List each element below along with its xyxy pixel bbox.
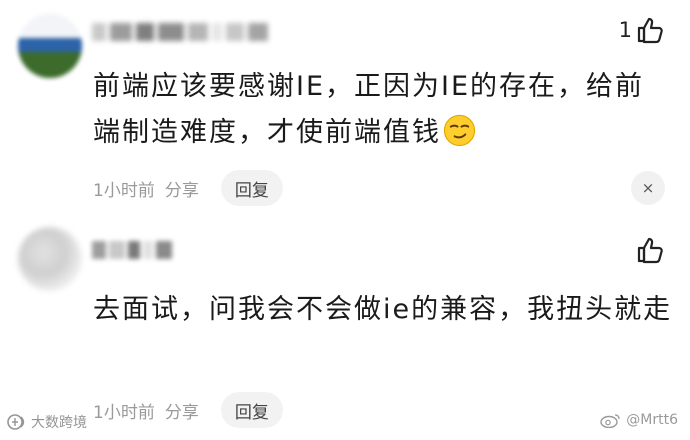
timestamp: 1小时前: [93, 180, 155, 201]
watermark-handle: @Mrtt6: [626, 412, 678, 428]
username-blurred[interactable]: ·· ·· ·: [92, 18, 272, 46]
like-count: 1: [618, 17, 632, 42]
reply-button[interactable]: 回复: [220, 392, 283, 428]
thumbs-up-icon: [637, 237, 663, 264]
watermark-logo-icon: [7, 414, 25, 430]
smirk-emoji-icon: [443, 114, 476, 147]
watermark-text: 大数跨境: [31, 415, 87, 431]
username-blurred[interactable]: ·· ·: [92, 236, 192, 264]
watermark-left: 大数跨境: [6, 412, 87, 432]
comment-body: 前端应该要感谢IE，正因为IE的存在，给前端制造难度，才使前端值钱: [93, 71, 645, 148]
comment-text: 去面试，问我会不会做ie的兼容，我扭头就走: [93, 294, 673, 325]
thumbs-up-icon: [637, 17, 663, 44]
like-button[interactable]: 1: [619, 16, 664, 44]
share-link[interactable]: 分享: [165, 398, 199, 423]
dismiss-button[interactable]: ×: [631, 171, 665, 205]
reply-button[interactable]: 回复: [220, 170, 283, 206]
comment-meta: 1小时前 分享 回复: [93, 170, 283, 206]
like-button[interactable]: [632, 236, 664, 264]
comment-text: 前端应该要感谢IE，正因为IE的存在，给前端制造难度，才使前端值钱: [93, 64, 673, 156]
avatar[interactable]: [18, 227, 82, 291]
share-link[interactable]: 分享: [165, 176, 199, 201]
comment-thread: ·· ·· · 1 前端应该要感谢IE，正因为IE的存在，给前端制造难度，才使前…: [0, 0, 690, 440]
watermark-right: @Mrtt6: [600, 412, 678, 428]
weibo-logo-icon: [600, 414, 620, 428]
timestamp: 1小时前: [93, 402, 155, 423]
comment-meta: 1小时前 分享 回复: [93, 392, 283, 428]
avatar[interactable]: [18, 14, 82, 78]
close-icon: ×: [641, 179, 655, 197]
